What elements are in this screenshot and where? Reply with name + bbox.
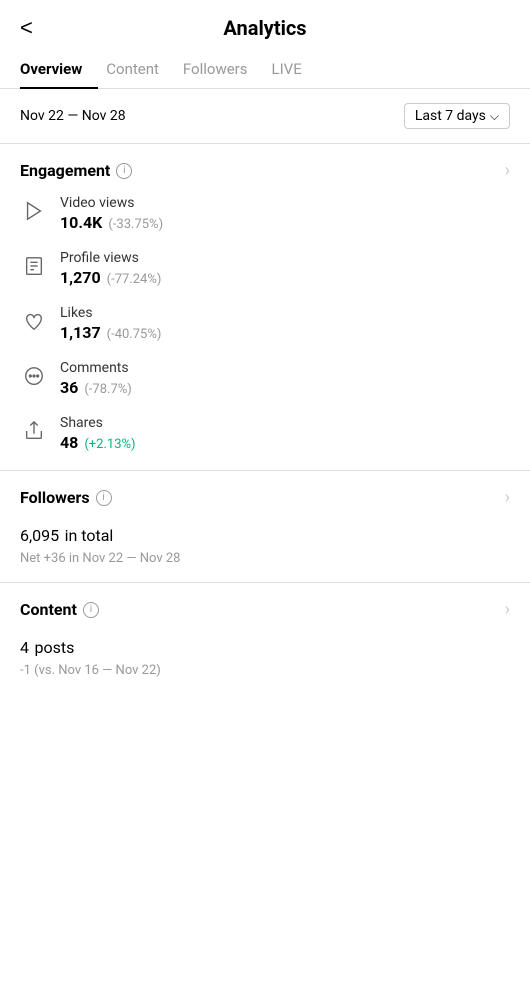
engagement-header: Engagement i › — [20, 160, 510, 181]
video-views-icon — [20, 197, 48, 225]
engagement-info-icon[interactable]: i — [116, 163, 132, 179]
engagement-chevron-icon[interactable]: › — [505, 160, 510, 181]
shares-label: Shares — [60, 415, 136, 431]
header: < Analytics — [0, 0, 530, 50]
tab-content[interactable]: Content — [106, 50, 175, 88]
tab-overview[interactable]: Overview — [20, 50, 98, 88]
followers-chevron-icon[interactable]: › — [505, 487, 510, 508]
chevron-down-icon: ⌵ — [490, 109, 499, 124]
content-info-icon[interactable]: i — [83, 602, 99, 618]
comments-value: 36 — [60, 378, 78, 397]
followers-net-text: Net +36 in Nov 22 — Nov 28 — [20, 551, 510, 566]
followers-total: 6,095 in total — [20, 522, 510, 547]
content-header: Content i › — [20, 599, 510, 620]
followers-section: Followers i › 6,095 in total Net +36 in … — [0, 471, 530, 566]
followers-info-icon[interactable]: i — [96, 490, 112, 506]
content-title-group: Content i — [20, 600, 99, 619]
content-chevron-icon[interactable]: › — [505, 599, 510, 620]
comments-label: Comments — [60, 360, 132, 376]
followers-title-group: Followers i — [20, 488, 112, 507]
engagement-section: Engagement i › Video views 10.4K (-33.75… — [0, 144, 530, 452]
date-range-text: Nov 22 — Nov 28 — [20, 108, 126, 124]
shares-change: (+2.13%) — [84, 437, 135, 452]
comments-change: (-78.7%) — [84, 382, 131, 397]
profile-views-change: (-77.24%) — [107, 272, 162, 287]
tab-live[interactable]: LIVE — [272, 50, 318, 88]
profile-views-icon — [20, 252, 48, 280]
metric-profile-views: Profile views 1,270 (-77.24%) — [20, 250, 510, 287]
content-title: Content — [20, 600, 77, 619]
video-views-label: Video views — [60, 195, 163, 211]
likes-icon — [20, 307, 48, 335]
metric-shares: Shares 48 (+2.13%) — [20, 415, 510, 452]
page-title: Analytics — [223, 16, 306, 40]
content-section: Content i › 4 posts -1 (vs. Nov 16 — Nov… — [0, 583, 530, 678]
tab-followers[interactable]: Followers — [183, 50, 264, 88]
tabs-bar: Overview Content Followers LIVE — [0, 50, 530, 89]
likes-label: Likes — [60, 305, 161, 321]
comments-icon — [20, 362, 48, 390]
date-range-row: Nov 22 — Nov 28 Last 7 days ⌵ — [0, 89, 530, 144]
content-posts: 4 posts — [20, 634, 510, 659]
shares-icon — [20, 417, 48, 445]
metric-comments: Comments 36 (-78.7%) — [20, 360, 510, 397]
video-views-change: (-33.75%) — [108, 217, 163, 232]
metric-likes: Likes 1,137 (-40.75%) — [20, 305, 510, 342]
engagement-title: Engagement — [20, 161, 110, 180]
shares-value: 48 — [60, 433, 78, 452]
date-range-dropdown[interactable]: Last 7 days ⌵ — [404, 103, 510, 129]
profile-views-label: Profile views — [60, 250, 161, 266]
back-button[interactable]: < — [20, 15, 33, 41]
likes-value: 1,137 — [60, 323, 101, 342]
profile-views-value: 1,270 — [60, 268, 101, 287]
metric-video-views: Video views 10.4K (-33.75%) — [20, 195, 510, 232]
followers-title: Followers — [20, 488, 90, 507]
engagement-title-group: Engagement i — [20, 161, 132, 180]
video-views-value: 10.4K — [60, 213, 102, 232]
likes-change: (-40.75%) — [107, 327, 162, 342]
content-compare-text: -1 (vs. Nov 16 — Nov 22) — [20, 663, 510, 678]
followers-header: Followers i › — [20, 487, 510, 508]
